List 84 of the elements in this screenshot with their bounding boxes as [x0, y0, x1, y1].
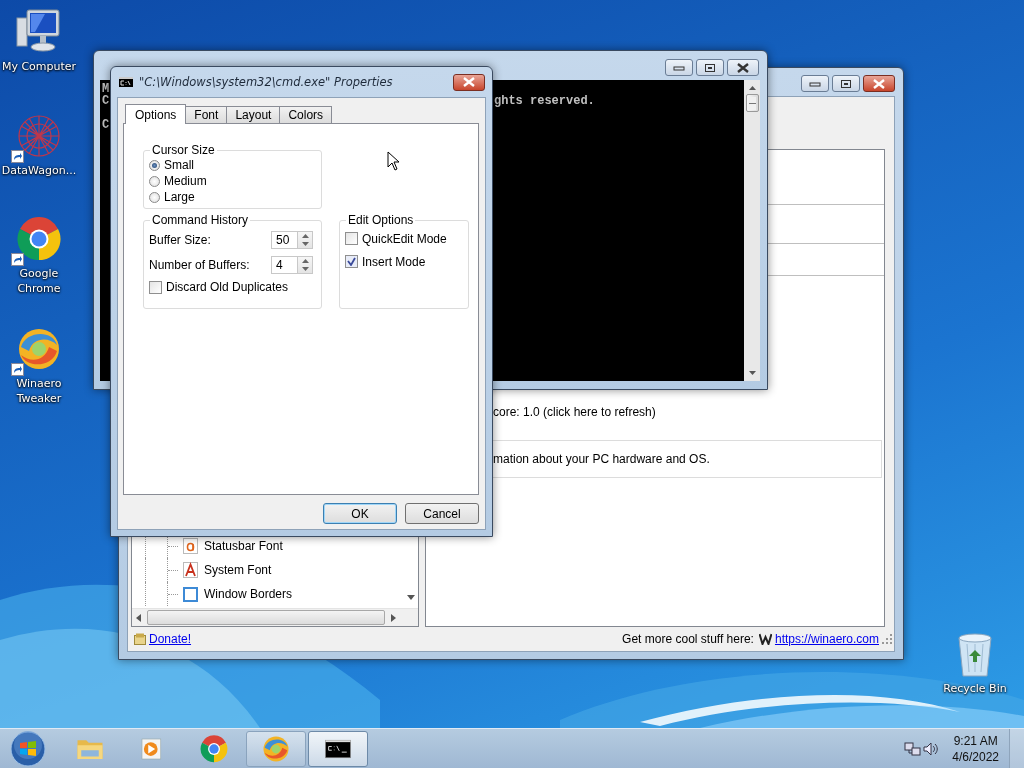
console-text: M [102, 83, 110, 95]
option-label: QuickEdit Mode [362, 231, 447, 246]
taskbar-button[interactable] [308, 730, 368, 767]
option-label: Insert Mode [362, 254, 426, 269]
browser-icon[interactable] [199, 733, 229, 764]
field-label: Number of Buffers: [149, 257, 250, 272]
window-border-icon [183, 586, 198, 602]
radio-button[interactable] [149, 159, 160, 171]
website-link[interactable]: https://winaero.com [774, 632, 879, 646]
scrollbar[interactable] [132, 608, 418, 626]
maximize-button[interactable] [832, 75, 860, 92]
mouse-cursor-icon [387, 151, 401, 171]
logo-icon [758, 633, 772, 645]
font-icon [183, 562, 198, 578]
minimize-icon[interactable] [673, 64, 685, 71]
option-label: Discard Old Duplicates [166, 280, 289, 294]
browser-icon[interactable] [15, 215, 63, 263]
up-arrow-icon[interactable] [301, 233, 309, 238]
donate-icon [134, 633, 146, 645]
score-link[interactable]: core: 1.0 (click here to refresh) [493, 405, 656, 419]
group-title: Edit Options [347, 213, 415, 227]
minimize-button[interactable] [665, 59, 693, 76]
radio-button[interactable] [149, 175, 160, 187]
option-label: Small [164, 158, 194, 172]
scroll-up-icon[interactable] [748, 86, 756, 90]
tree-item[interactable]: System Font [204, 563, 272, 577]
field-label: Buffer Size: [149, 232, 211, 247]
group-title: Cursor Size [151, 143, 216, 157]
minimize-icon[interactable] [809, 80, 821, 87]
down-arrow-icon[interactable] [301, 241, 309, 246]
tree-item[interactable]: Statusbar Font [204, 539, 283, 553]
close-icon[interactable] [736, 62, 750, 73]
scroll-thumb[interactable] [745, 94, 759, 112]
console-icon [119, 77, 133, 87]
scroll-down-icon[interactable] [406, 595, 415, 600]
tab[interactable]: Layout [226, 106, 281, 123]
maximize-button[interactable] [696, 59, 724, 76]
icon-label: Recycle Bin [943, 681, 1007, 696]
scrollbar[interactable] [744, 80, 760, 381]
radio-button[interactable] [149, 191, 160, 203]
close-button[interactable] [863, 75, 895, 92]
console-text: C [102, 119, 110, 131]
clock-time: 9:21 AM [953, 732, 998, 749]
group-title: Command History [151, 213, 250, 227]
option-label: Large [164, 190, 195, 204]
clock[interactable]: 9:21 AM 4/6/2022 [952, 732, 999, 765]
network-icon[interactable] [904, 740, 923, 757]
option-label: Medium [164, 174, 207, 188]
promo-text: Get more cool stuff here: [622, 632, 754, 646]
info-text: mation about your PC hardware and OS. [493, 452, 710, 466]
tab[interactable]: Options [125, 104, 187, 124]
minimize-button[interactable] [801, 75, 829, 92]
console-text: C [102, 95, 110, 107]
checkbox[interactable] [345, 232, 358, 245]
close-button[interactable] [727, 59, 759, 76]
tab[interactable]: Colors [279, 106, 333, 123]
scroll-down-icon[interactable] [748, 371, 756, 375]
icon-label: DataWagon... [1, 163, 77, 178]
console-text: ghts reserved. [494, 95, 595, 107]
scroll-right-icon[interactable] [391, 613, 396, 622]
starburst-icon[interactable] [15, 112, 63, 160]
dialog-button[interactable]: OK [323, 503, 397, 524]
checkbox[interactable] [149, 280, 162, 294]
volume-icon[interactable] [922, 740, 941, 757]
scroll-left-icon[interactable] [136, 613, 141, 622]
icon-label: Winaero Tweaker [15, 376, 63, 406]
donate-link[interactable]: Donate! [149, 632, 192, 646]
maximize-icon[interactable] [704, 62, 716, 73]
dialog-button[interactable]: Cancel [405, 503, 479, 524]
icon-label: My Computer [1, 59, 77, 74]
font-icon [183, 538, 198, 554]
tree-item[interactable]: Window Borders [204, 587, 293, 601]
up-arrow-icon[interactable] [301, 258, 309, 263]
down-arrow-icon[interactable] [301, 266, 309, 271]
scroll-thumb[interactable] [146, 610, 386, 625]
icon-label: Google Chrome [16, 266, 62, 296]
maximize-icon[interactable] [840, 78, 852, 89]
clock-date: 4/6/2022 [952, 748, 999, 765]
close-button[interactable] [453, 73, 485, 91]
start-button[interactable] [10, 730, 46, 767]
checkbox[interactable] [345, 255, 358, 268]
window-title: "C:\Windows\system32\cmd.exe" Properties [139, 75, 393, 89]
resize-grip-icon[interactable] [882, 634, 892, 644]
tab[interactable]: Font [185, 106, 228, 123]
